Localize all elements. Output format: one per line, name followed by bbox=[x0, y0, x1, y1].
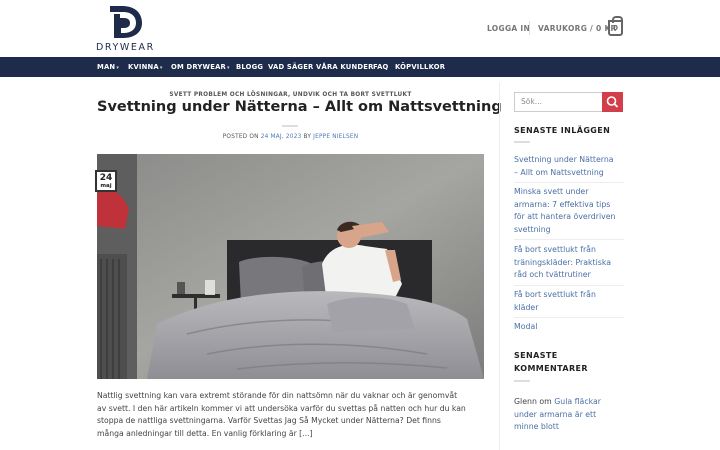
nav-item-kvinna[interactable]: KVINNA▾ bbox=[128, 63, 163, 71]
excerpt-line: stoppa de nattliga svettningarna. Varför… bbox=[97, 416, 441, 426]
list-divider bbox=[514, 285, 624, 286]
widget-divider bbox=[514, 380, 530, 382]
link-line: Modal bbox=[514, 322, 538, 331]
excerpt-line: Nattlig svettning kan vara extremt störa… bbox=[97, 391, 458, 400]
nav-item-reviews[interactable]: VAD SÄGER VÅRA KUNDER bbox=[268, 63, 374, 71]
drywear-logo-mark bbox=[110, 6, 142, 38]
by-label: BY bbox=[303, 134, 312, 140]
chevron-down-icon: ▾ bbox=[226, 65, 230, 71]
excerpt-line: av svett. I den här artikeln kommer vi a… bbox=[97, 403, 466, 413]
comment-on: om bbox=[539, 397, 552, 406]
nav-item-blogg[interactable]: BLOGG bbox=[236, 63, 263, 71]
nav-label: BLOGG bbox=[236, 63, 264, 71]
link-line: Få bort svettlukt från bbox=[514, 245, 596, 254]
nav-item-man[interactable]: MAN▾ bbox=[97, 63, 119, 71]
link-line: träningskläder: Praktiska bbox=[514, 257, 611, 267]
author-link[interactable]: JEPPE NIELSEN bbox=[313, 134, 358, 140]
excerpt-line: många anledningar till detta. En vanlig … bbox=[97, 428, 313, 438]
nav-label: MAN bbox=[97, 63, 116, 71]
featured-image[interactable] bbox=[97, 154, 484, 379]
link-line: armarna: 7 effektiva tips bbox=[514, 199, 611, 209]
comment-post-link[interactable]: minne blott bbox=[514, 421, 624, 434]
cart-link[interactable]: VARUKORG / 0 KR bbox=[538, 24, 617, 33]
search-icon bbox=[606, 96, 619, 108]
posted-on-label: POSTED ON bbox=[222, 134, 259, 140]
nav-item-faq[interactable]: FAQ bbox=[373, 63, 389, 71]
link-line: Få bort svettlukt från bbox=[514, 290, 596, 299]
search-placeholder: Sök... bbox=[521, 97, 542, 106]
chevron-down-icon: ▾ bbox=[116, 65, 120, 71]
main-nav: MAN▾ KVINNA▾ OM DRYWEAR▾ BLOGG VAD SÄGER… bbox=[0, 57, 720, 77]
link-line: råd och tvättrutiner bbox=[514, 270, 591, 280]
link-line: för att hantera överdriven bbox=[514, 212, 616, 222]
list-divider bbox=[514, 317, 624, 318]
link-line: svettning bbox=[514, 224, 551, 234]
comment-line: Glenn om Gula fläckar bbox=[514, 396, 624, 409]
recent-post-link[interactable]: Få bort svettlukt från träningskläder: P… bbox=[514, 244, 624, 282]
comment-author: Glenn bbox=[514, 397, 537, 406]
header-divider bbox=[529, 21, 530, 35]
link-line: – Allt om Nattsvettning bbox=[514, 167, 604, 177]
bedroom-photo bbox=[97, 154, 484, 379]
recent-post-link[interactable]: Svettning under Nätterna – Allt om Natts… bbox=[514, 154, 624, 179]
badge-day: 24 bbox=[99, 173, 113, 183]
search-button[interactable] bbox=[602, 92, 623, 112]
nav-label: OM DRYWEAR bbox=[171, 63, 226, 71]
nav-label: FAQ bbox=[373, 63, 389, 71]
recent-posts-title: SENASTE INLÄGGEN bbox=[514, 126, 611, 135]
nav-item-kopvillkor[interactable]: KÖPVILLKOR bbox=[395, 63, 445, 71]
sidebar-divider bbox=[499, 82, 500, 450]
post-date-link[interactable]: 24 MAJ, 2023 bbox=[261, 134, 302, 140]
nav-item-om-drywear[interactable]: OM DRYWEAR▾ bbox=[171, 63, 230, 71]
title-line: KOMMENTARER bbox=[514, 364, 588, 373]
link-line: Svettning under Nätterna bbox=[514, 155, 614, 164]
recent-post-link[interactable]: Få bort svettlukt från kläder bbox=[514, 289, 624, 314]
article-excerpt: Nattlig svettning kan vara extremt störa… bbox=[97, 390, 487, 440]
site-header: DRYWEAR LOGGA IN VARUKORG / 0 KR 0 bbox=[0, 0, 720, 57]
recent-comments-title: SENASTE KOMMENTARER bbox=[514, 349, 588, 375]
cart-icon[interactable]: 0 bbox=[608, 16, 623, 36]
search-input[interactable]: Sök... bbox=[514, 92, 603, 112]
recent-post-link[interactable]: Modal bbox=[514, 321, 624, 334]
recent-post-link[interactable]: Minska svett under armarna: 7 effektiva … bbox=[514, 186, 624, 236]
nav-label: KVINNA bbox=[128, 63, 159, 71]
comment-post-link[interactable]: Gula fläckar bbox=[554, 397, 601, 406]
badge-month: maj bbox=[100, 183, 112, 189]
title-line: SENASTE bbox=[514, 351, 558, 360]
link-line: Minska svett under bbox=[514, 187, 589, 196]
widget-divider bbox=[514, 141, 530, 143]
date-badge: 24 maj bbox=[95, 170, 117, 192]
comment-post-link[interactable]: under armarna är ett bbox=[514, 409, 624, 422]
login-link[interactable]: LOGGA IN bbox=[487, 24, 530, 33]
cart-count: 0 bbox=[613, 24, 618, 32]
brand-name: DRYWEAR bbox=[96, 42, 155, 53]
chevron-down-icon: ▾ bbox=[159, 65, 163, 71]
nav-label: VAD SÄGER VÅRA KUNDER bbox=[268, 63, 374, 71]
article-title[interactable]: Svettning under Nätterna – Allt om Natts… bbox=[97, 99, 502, 115]
article-categories[interactable]: SVETT PROBLEM OCH LÖSNINGAR, UNDVIK OCH … bbox=[97, 92, 484, 98]
post-meta: POSTED ON 24 MAJ, 2023 BY JEPPE NIELSEN bbox=[97, 134, 484, 140]
recent-comment: Glenn om Gula fläckar under armarna är e… bbox=[514, 396, 624, 434]
nav-label: KÖPVILLKOR bbox=[395, 63, 446, 71]
list-divider bbox=[514, 239, 624, 240]
drywear-logo[interactable]: DRYWEAR bbox=[96, 4, 160, 54]
link-line: kläder bbox=[514, 302, 539, 312]
list-divider bbox=[514, 182, 624, 183]
title-divider bbox=[282, 125, 298, 127]
